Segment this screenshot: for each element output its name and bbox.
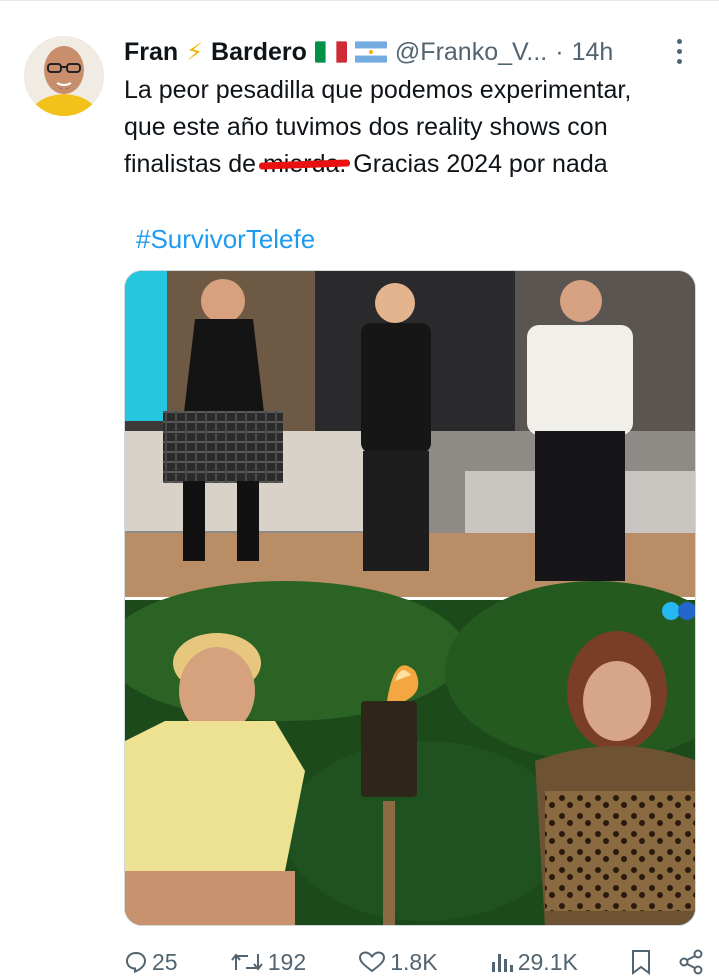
tweet-text-line: La peor pesadilla que podemos experiment…	[124, 76, 632, 104]
tweet-text-line: que este año tuvimos dos reality shows c…	[124, 113, 608, 141]
separator-dot: ·	[555, 37, 564, 66]
bookmark-button[interactable]	[630, 949, 652, 975]
right-actions	[630, 949, 704, 975]
reply-button[interactable]: 25	[124, 949, 178, 976]
views-button[interactable]: 29.1K	[490, 949, 578, 976]
share-button[interactable]	[678, 949, 704, 975]
display-name[interactable]: Fran ⚡ Bardero	[124, 38, 387, 67]
survivor-photo	[125, 581, 695, 925]
bookmark-icon	[631, 950, 650, 975]
views-icon	[491, 954, 513, 972]
tweet-text: La peor pesadilla que podemos experiment…	[124, 72, 704, 183]
media-collage	[125, 271, 695, 925]
like-button[interactable]: 1.8K	[358, 948, 438, 976]
censored-word: mierda.	[262, 150, 347, 178]
tweet-media[interactable]	[124, 270, 696, 926]
reply-icon	[125, 951, 147, 973]
tweet-text-suffix: Gracias 2024 por nada	[346, 150, 608, 178]
author-handle[interactable]: @Franko_V...	[395, 38, 547, 67]
argentina-flag-icon	[354, 41, 387, 63]
views-count: 29.1K	[517, 948, 578, 975]
avatar[interactable]	[24, 36, 104, 116]
studio-photo	[125, 271, 695, 597]
avatar-image	[24, 36, 104, 116]
timestamp[interactable]: 14h	[572, 38, 614, 67]
hashtag-link[interactable]: #SurvivorTelefe	[136, 224, 315, 255]
heart-icon	[359, 951, 386, 973]
display-last-name: Bardero	[211, 37, 307, 66]
top-divider	[0, 0, 719, 1]
action-bar: 25 192 1.8K 29.1K	[124, 944, 704, 980]
tweet-text-line: finalistas de mierda. Gracias 2024 por n…	[124, 146, 704, 183]
italy-flag-icon	[314, 41, 347, 63]
tweet-text-prefix: finalistas de	[124, 150, 263, 178]
repost-button[interactable]: 192	[230, 949, 306, 976]
tweet-header: Fran ⚡ Bardero @Franko_V... · 14h	[124, 34, 704, 70]
display-first-name: Fran	[124, 37, 179, 66]
repost-count: 192	[267, 948, 307, 975]
like-count: 1.8K	[390, 948, 438, 975]
share-icon	[679, 949, 703, 975]
repost-icon	[230, 953, 263, 971]
more-vertical-icon[interactable]	[668, 36, 690, 66]
reply-count: 25	[152, 948, 178, 975]
lightning-icon: ⚡	[186, 38, 204, 66]
